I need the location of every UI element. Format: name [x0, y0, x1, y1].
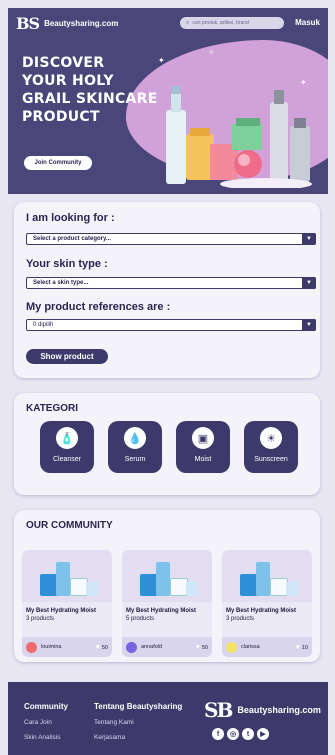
dropdown-arrow-icon: ▼ — [302, 319, 316, 331]
login-link[interactable]: Masuk — [295, 18, 320, 27]
cleanser-icon: 🧴 — [56, 427, 78, 449]
category-serum[interactable]: 💧 Serum — [108, 421, 162, 473]
looking-for-label: I am looking for : — [26, 212, 115, 224]
like-count: 50 — [201, 644, 208, 651]
category-label: Sunscreen — [254, 456, 288, 463]
community-section-title: OUR COMMUNITY — [26, 520, 113, 531]
hero-banner: ✦ ✦ ✧ BS Beautysharing.com ⌕ cari produk… — [8, 8, 328, 194]
category-cleanser[interactable]: 🧴 Cleanser — [40, 421, 94, 473]
hero-headline-line: DISCOVER — [22, 55, 105, 71]
heart-icon: ♥ — [195, 643, 200, 651]
product-references-label: My product references are : — [26, 301, 171, 313]
like-count: 50 — [101, 644, 108, 651]
post-username[interactable]: clarissa — [241, 644, 296, 650]
hero-headline-line: PRODUCT — [22, 109, 100, 125]
post-thumbnail — [22, 550, 112, 602]
category-section: KATEGORI 🧴 Cleanser 💧 Serum ▣ Moist ☀ Su… — [14, 393, 320, 495]
product-category-value: Select a product category... — [33, 236, 111, 242]
hero-headline-line: YOUR HOLY — [22, 73, 114, 89]
twitter-icon[interactable]: t — [242, 728, 254, 740]
footer-heading: Community — [24, 702, 68, 711]
avatar[interactable] — [126, 641, 137, 653]
instagram-icon[interactable]: ◎ — [227, 728, 239, 740]
like-count: 10 — [301, 644, 308, 651]
post-username[interactable]: annafold — [141, 644, 196, 650]
category-label: Moist — [194, 456, 212, 463]
footer-link-tentang-kami[interactable]: Tentang Kami — [94, 719, 182, 726]
category-sunscreen[interactable]: ☀ Sunscreen — [244, 421, 298, 473]
post-thumbnail — [222, 550, 312, 602]
search-placeholder: cari produk, artikel, brand — [192, 20, 249, 26]
footer-logo[interactable]: SB Beautysharing.com — [204, 698, 321, 722]
post-title: My Best Hydrating Moist — [26, 608, 97, 614]
category-section-title: KATEGORI — [26, 403, 79, 414]
footer-heading: Tentang Beautysharing — [94, 702, 183, 711]
like-counter[interactable]: ♥ 50 — [96, 644, 108, 651]
serum-icon: 💧 — [124, 427, 146, 449]
footer-link-cara-join[interactable]: Cara Join — [24, 719, 68, 726]
avatar[interactable] — [226, 641, 237, 653]
social-links: f ◎ t ▶ — [212, 728, 269, 740]
post-footer: clarissa ♥ 10 — [222, 637, 312, 657]
search-icon: ⌕ — [186, 19, 190, 26]
show-product-button[interactable]: Show product — [26, 349, 108, 364]
post-title: My Best Hydrating Moist — [226, 608, 297, 614]
youtube-icon[interactable]: ▶ — [257, 728, 269, 740]
footer-about-column: Tentang Beautysharing Tentang Kami Kerja… — [94, 702, 182, 749]
post-footer: annafold ♥ 50 — [122, 637, 212, 657]
join-community-button[interactable]: Join Community — [24, 156, 92, 170]
skincare-products-illustration — [166, 86, 312, 188]
community-post-card[interactable]: My Best Hydrating Moist 5 products annaf… — [122, 550, 212, 657]
community-post-card[interactable]: My Best Hydrating Moist 3 products louim… — [22, 550, 112, 657]
post-product-count: 3 products — [226, 616, 255, 622]
post-product-count: 5 products — [126, 616, 155, 622]
skin-type-value: Select a skin type... — [33, 280, 89, 286]
sunscreen-icon: ☀ — [260, 427, 282, 449]
category-label: Serum — [124, 456, 146, 463]
facebook-icon[interactable]: f — [212, 728, 224, 740]
dropdown-arrow-icon: ▼ — [302, 277, 316, 289]
product-category-select[interactable]: Select a product category... ▼ — [26, 233, 316, 245]
moisturizer-icon: ▣ — [192, 427, 214, 449]
footer-brand-name: Beautysharing.com — [237, 705, 321, 715]
heart-icon: ♥ — [295, 643, 300, 651]
footer-link-kerjasama[interactable]: Kerjasama — [94, 734, 182, 741]
product-finder-card: I am looking for : Select a product cate… — [14, 202, 320, 378]
hero-headline-line: GRAIL SKINCARE — [22, 91, 158, 107]
post-thumbnail — [122, 550, 212, 602]
product-references-select[interactable]: 0 dipilih ▼ — [26, 319, 316, 331]
post-product-count: 3 products — [26, 616, 55, 622]
footer-community-column: Community Cara Join Skin Analisis — [24, 702, 68, 749]
category-label: Cleanser — [52, 456, 81, 463]
like-counter[interactable]: ♥ 50 — [196, 644, 208, 651]
like-counter[interactable]: ♥ 10 — [296, 644, 308, 651]
skin-type-label: Your skin type : — [26, 258, 108, 270]
post-footer: louimina ♥ 50 — [22, 637, 112, 657]
avatar[interactable] — [26, 641, 37, 653]
dropdown-arrow-icon: ▼ — [302, 233, 316, 245]
skin-type-select[interactable]: Select a skin type... ▼ — [26, 277, 316, 289]
post-username[interactable]: louimina — [41, 644, 96, 650]
brand-name[interactable]: Beautysharing.com — [44, 19, 118, 28]
heart-icon: ♥ — [95, 643, 100, 651]
site-footer: Community Cara Join Skin Analisis Tentan… — [8, 682, 328, 755]
product-references-value: 0 dipilih — [33, 322, 54, 328]
search-input[interactable]: ⌕ cari produk, artikel, brand — [180, 17, 284, 29]
footer-link-skin-analisis[interactable]: Skin Analisis — [24, 734, 68, 741]
sparkle-icon: ✦ — [158, 56, 165, 65]
beautysharing-logo[interactable]: BS — [16, 14, 40, 33]
post-title: My Best Hydrating Moist — [126, 608, 197, 614]
beautysharing-logo-mark: SB — [204, 698, 233, 722]
community-section: OUR COMMUNITY My Best Hydrating Moist 3 … — [14, 510, 320, 662]
community-post-card[interactable]: My Best Hydrating Moist 3 products clari… — [222, 550, 312, 657]
category-moist[interactable]: ▣ Moist — [176, 421, 230, 473]
hero-headline: DISCOVER YOUR HOLY GRAIL SKINCARE PRODUC… — [22, 54, 158, 126]
sparkle-icon: ✧ — [208, 48, 215, 57]
